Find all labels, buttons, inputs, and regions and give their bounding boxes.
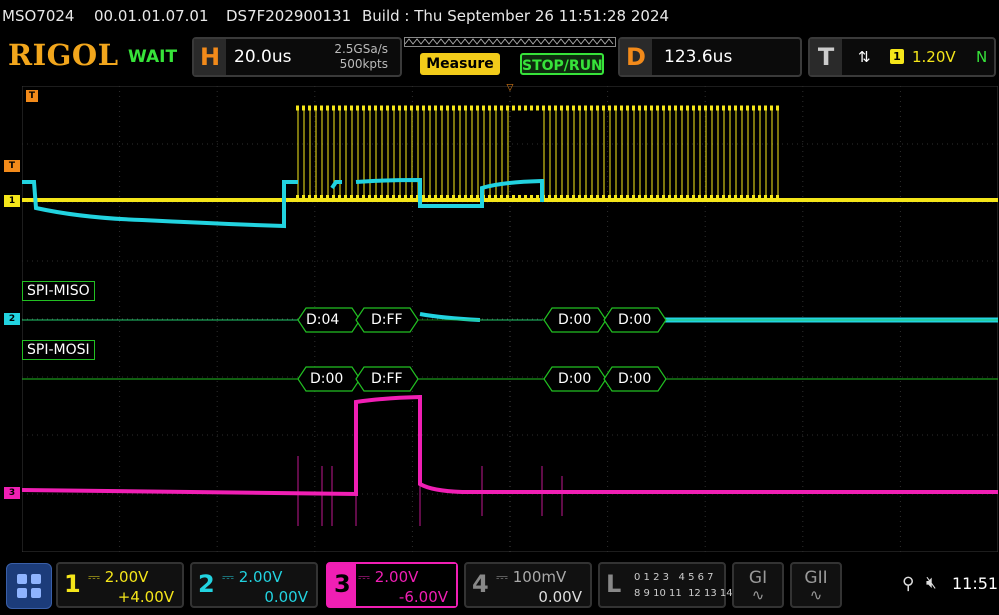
measure-button[interactable]: Measure bbox=[420, 53, 500, 75]
dc-coupling-icon: ⎓ bbox=[358, 568, 375, 586]
model-label: MSO7024 bbox=[2, 7, 75, 25]
ch1-offset: +4.00V bbox=[117, 588, 174, 606]
horizontal-panel[interactable]: H 20.0us 2.5GSa/s 500kpts bbox=[192, 37, 402, 77]
trigger-panel[interactable]: T ⇅ 1 1.20V N bbox=[808, 37, 996, 77]
decode-packets-layer bbox=[297, 307, 667, 392]
horizontal-badge: H bbox=[194, 39, 226, 75]
sample-rate: 2.5GSa/s bbox=[334, 42, 388, 56]
rigol-logo: RIGOL bbox=[8, 38, 119, 72]
trigger-badge: T bbox=[810, 39, 842, 75]
mosi-packet-4[interactable]: D:00 bbox=[618, 371, 651, 387]
trigger-level-marker[interactable]: T bbox=[4, 160, 20, 172]
ch1-offset-marker[interactable]: 1 bbox=[4, 195, 20, 207]
sine-wave-icon: ∿ bbox=[809, 586, 823, 604]
grid-menu-icon bbox=[17, 574, 41, 598]
delay-badge: D bbox=[620, 39, 652, 75]
trigger-source: 1 bbox=[890, 49, 904, 64]
mosi-packet-1[interactable]: D:00 bbox=[310, 371, 343, 387]
dc-coupling-icon: ⎓ bbox=[222, 568, 239, 586]
trigger-mode: N bbox=[976, 48, 988, 66]
generator-2-button[interactable]: GII ∿ bbox=[790, 562, 842, 608]
ch2-scale-wrap: ⎓ 2.00V bbox=[222, 568, 282, 586]
speaker-muted-icon[interactable]: 🔇︎ bbox=[926, 573, 937, 593]
ch4-settings[interactable]: 4 ⎓ 100mV 0.00V bbox=[464, 562, 592, 608]
delay-value: 123.6us bbox=[664, 47, 733, 67]
gen1-label: GI bbox=[748, 568, 768, 588]
record-position-strip bbox=[404, 37, 616, 47]
dc-coupling-icon: ⎓ bbox=[496, 568, 513, 586]
acquisition-status: WAIT bbox=[128, 47, 178, 67]
ch2-offset-marker[interactable]: 2 bbox=[4, 313, 20, 325]
miso-packet-2[interactable]: D:FF bbox=[371, 312, 403, 328]
build-label: Build : Thu September 26 11:51:28 2024 bbox=[362, 7, 670, 25]
ch3-settings[interactable]: 3 ⎓ 2.00V -6.00V bbox=[326, 562, 458, 608]
stop-run-button[interactable]: STOP/RUN bbox=[520, 53, 604, 75]
trigger-position-marker[interactable]: ▽ bbox=[504, 82, 516, 94]
generator-1-button[interactable]: GI ∿ bbox=[732, 562, 784, 608]
ch1-number: 1 bbox=[64, 570, 81, 598]
memory-depth: 500kpts bbox=[339, 57, 388, 71]
ch2-settings[interactable]: 2 ⎓ 2.00V 0.00V bbox=[190, 562, 318, 608]
ch2-scale: 2.00V bbox=[238, 568, 283, 586]
trigger-edge-icon: ⇅ bbox=[858, 48, 871, 66]
spi-miso-label[interactable]: SPI-MISO bbox=[22, 281, 95, 301]
sine-wave-icon: ∿ bbox=[751, 586, 765, 604]
ch4-scale-wrap: ⎓ 100mV bbox=[496, 568, 566, 586]
ch1-scale-wrap: ⎓ 2.00V bbox=[88, 568, 148, 586]
ch3-offset: -6.00V bbox=[398, 588, 448, 606]
top-info-bar: MSO7024 00.01.01.07.01 DS7F202900131 Bui… bbox=[0, 0, 999, 34]
ch4-scale: 100mV bbox=[512, 568, 567, 586]
dc-coupling-icon: ⎓ bbox=[88, 568, 105, 586]
logic-badge: L bbox=[606, 570, 622, 598]
ch1-scale: 2.00V bbox=[104, 568, 149, 586]
miso-packet-3[interactable]: D:00 bbox=[558, 312, 591, 328]
ch2-offset: 0.00V bbox=[264, 588, 308, 606]
mosi-packet-2[interactable]: D:FF bbox=[371, 371, 403, 387]
usb-icon: ⚲ bbox=[902, 574, 915, 594]
home-menu-button[interactable] bbox=[6, 563, 52, 609]
trigger-pos-marker-left[interactable]: T bbox=[26, 90, 38, 102]
miso-packet-4[interactable]: D:00 bbox=[618, 312, 651, 328]
logic-analyzer-settings[interactable]: L 0 1 2 3 4 5 6 7 8 9 10 11 12 13 14 15 bbox=[598, 562, 749, 608]
trigger-level: 1.20V bbox=[912, 48, 956, 66]
logic-channels-row1: 0 1 2 3 4 5 6 7 bbox=[634, 572, 714, 583]
ch3-number: 3 bbox=[334, 570, 351, 598]
firmware-label: 00.01.01.07.01 bbox=[94, 7, 209, 25]
mosi-packet-3[interactable]: D:00 bbox=[558, 371, 591, 387]
delay-panel[interactable]: D 123.6us bbox=[618, 37, 802, 77]
serial-label: DS7F202900131 bbox=[226, 7, 352, 25]
ch2-number: 2 bbox=[198, 570, 215, 598]
gen2-label: GII bbox=[804, 568, 828, 588]
timebase-value: 20.0us bbox=[234, 47, 292, 67]
ch4-number: 4 bbox=[472, 570, 489, 598]
spi-mosi-label[interactable]: SPI-MOSI bbox=[22, 340, 95, 360]
ch3-offset-marker[interactable]: 3 bbox=[4, 487, 20, 499]
system-clock: 11:51 bbox=[952, 574, 999, 593]
ch1-settings[interactable]: 1 ⎓ 2.00V +4.00V bbox=[56, 562, 184, 608]
ch4-offset: 0.00V bbox=[538, 588, 582, 606]
ch3-scale: 2.00V bbox=[374, 568, 419, 586]
ch3-scale-wrap: ⎓ 2.00V bbox=[358, 568, 418, 586]
miso-packet-1[interactable]: D:04 bbox=[306, 312, 339, 328]
